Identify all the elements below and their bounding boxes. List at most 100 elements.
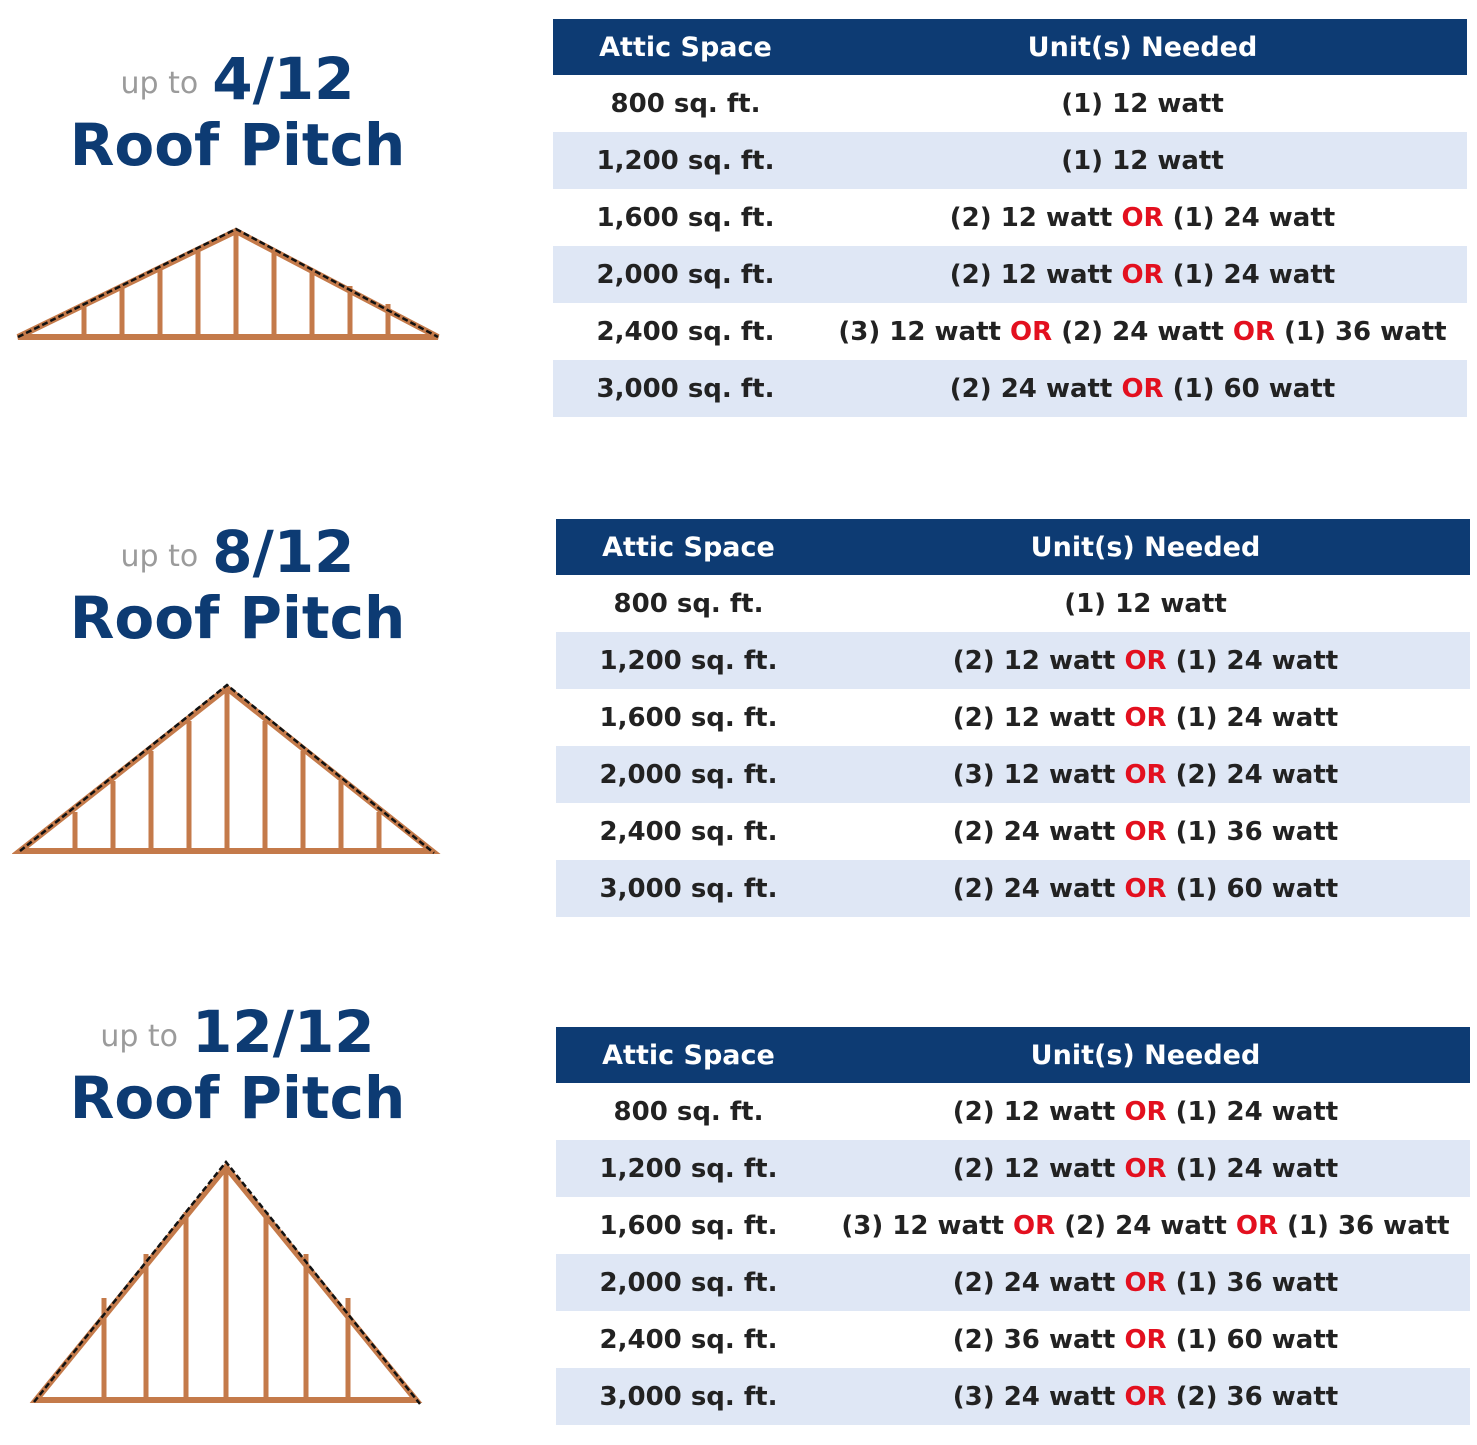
or-connector: OR (1124, 1267, 1167, 1298)
pitch-label-block: up to 8/12 Roof Pitch (0, 523, 475, 647)
units-needed-header: Unit(s) Needed (821, 1027, 1470, 1083)
unit-option: (1) 24 watt (1175, 645, 1339, 676)
unit-option: (1) 36 watt (1287, 1210, 1450, 1241)
or-connector: OR (1013, 1210, 1056, 1241)
or-connector: OR (1124, 1381, 1167, 1412)
attic-space-cell: 2,400 sq. ft. (599, 1324, 778, 1355)
table-body: 800 sq. ft. (2) 12 watt OR (1) 24 watt 1,2… (556, 1083, 1470, 1425)
roof-pitch-title: Roof Pitch (69, 1064, 406, 1132)
units-needed-cell: (2) 12 watt OR (1) 24 watt (818, 246, 1467, 303)
unit-option: (2) 24 watt (952, 816, 1116, 847)
unit-option: (2) 24 watt (952, 873, 1116, 904)
or-connector: OR (1124, 816, 1167, 847)
unit-option: (1) 36 watt (1175, 816, 1339, 847)
unit-option: (1) 12 watt (1061, 145, 1224, 176)
or-connector: OR (1124, 1096, 1167, 1127)
unit-option: (1) 24 watt (1172, 259, 1336, 290)
up-to-label: up to (100, 1019, 179, 1054)
table-row: 1,600 sq. ft. (2) 12 watt OR (1) 24 watt (556, 689, 1470, 746)
unit-option: (1) 60 watt (1172, 373, 1336, 404)
units-table: Attic Space Unit(s) Needed 800 sq. ft. (1… (556, 519, 1470, 917)
table-row: 3,000 sq. ft. (2) 24 watt OR (1) 60 watt (556, 860, 1470, 917)
units-needed-cell: (2) 24 watt OR (1) 60 watt (821, 860, 1470, 917)
or-connector: OR (1121, 373, 1164, 404)
table-row: 3,000 sq. ft. (3) 24 watt OR (2) 36 watt (556, 1368, 1470, 1425)
units-table: Attic Space Unit(s) Needed 800 sq. ft. (2… (556, 1027, 1470, 1425)
pitch-value: 12/12 (192, 998, 375, 1066)
or-connector: OR (1124, 873, 1167, 904)
unit-option: (2) 24 watt (1064, 1210, 1227, 1241)
attic-space-cell: 1,200 sq. ft. (553, 132, 818, 189)
roof-pitch-title: Roof Pitch (69, 584, 406, 652)
units-needed-cell: (3) 24 watt OR (2) 36 watt (821, 1368, 1470, 1425)
table-body: 800 sq. ft. (1) 12 watt 1,200 sq. ft. (1) 1… (553, 75, 1467, 417)
or-connector: OR (1121, 259, 1164, 290)
attic-space-cell: 1,600 sq. ft. (599, 1210, 778, 1241)
table-row: 2,000 sq. ft. (2) 12 watt OR (1) 24 watt (553, 246, 1467, 303)
attic-space-cell: 800 sq. ft. (613, 588, 764, 619)
attic-space-cell: 3,000 sq. ft. (556, 1368, 821, 1425)
attic-space-cell: 2,000 sq. ft. (556, 746, 821, 803)
attic-space-cell: 2,400 sq. ft. (599, 816, 778, 847)
unit-option: (2) 36 watt (1175, 1381, 1339, 1412)
attic-space-cell: 2,400 sq. ft. (596, 316, 775, 347)
pitch-label-block: up to 12/12 Roof Pitch (0, 1003, 475, 1127)
up-to-label: up to (120, 66, 199, 101)
or-connector: OR (1121, 202, 1164, 233)
attic-space-cell: 1,200 sq. ft. (556, 1140, 821, 1197)
attic-space-header: Attic Space (553, 19, 818, 75)
unit-option: (1) 60 watt (1175, 873, 1339, 904)
or-connector: OR (1010, 316, 1053, 347)
units-needed-cell: (1) 12 watt (821, 575, 1470, 632)
units-needed-cell: (3) 12 watt OR (2) 24 watt OR (1) 36 wat… (821, 1197, 1470, 1254)
unit-option: (2) 12 watt (949, 202, 1113, 233)
table-row: 1,200 sq. ft. (2) 12 watt OR (1) 24 watt (556, 632, 1470, 689)
unit-option: (1) 24 watt (1175, 1153, 1339, 1184)
unit-option: (3) 12 watt (838, 316, 1001, 347)
unit-option: (2) 12 watt (952, 1096, 1116, 1127)
or-connector: OR (1232, 316, 1275, 347)
up-to-label: up to (120, 539, 199, 574)
roof-truss-8-12-icon (12, 683, 441, 854)
table-row: 2,400 sq. ft. (2) 36 watt OR (1) 60 watt (556, 1311, 1470, 1368)
roof-pitch-title: Roof Pitch (69, 111, 406, 179)
table-row: 2,000 sq. ft. (2) 24 watt OR (1) 36 watt (556, 1254, 1470, 1311)
unit-option: (2) 12 watt (949, 259, 1113, 290)
table-row: 2,000 sq. ft. (3) 12 watt OR (2) 24 watt (556, 746, 1470, 803)
table-body: 800 sq. ft. (1) 12 watt 1,200 sq. ft. (2) 1… (556, 575, 1470, 917)
units-needed-cell: (3) 12 watt OR (2) 24 watt OR (1) 36 wat… (818, 303, 1467, 360)
or-connector: OR (1124, 1324, 1167, 1355)
table-header-row: Attic Space Unit(s) Needed (556, 1027, 1470, 1083)
units-needed-cell: (2) 12 watt OR (1) 24 watt (821, 632, 1470, 689)
units-needed-cell: (1) 12 watt (818, 132, 1467, 189)
or-connector: OR (1235, 1210, 1278, 1241)
attic-space-cell: 1,600 sq. ft. (599, 702, 778, 733)
pitch-value: 8/12 (212, 518, 355, 586)
table-row: 1,600 sq. ft. (2) 12 watt OR (1) 24 watt (553, 189, 1467, 246)
units-needed-cell: (2) 24 watt OR (1) 36 watt (821, 803, 1470, 860)
unit-option: (2) 12 watt (952, 645, 1116, 676)
or-connector: OR (1124, 1153, 1167, 1184)
unit-option: (2) 36 watt (952, 1324, 1116, 1355)
roof-truss-4-12-icon (16, 227, 440, 340)
unit-option: (2) 12 watt (952, 1153, 1116, 1184)
unit-option: (2) 12 watt (952, 702, 1116, 733)
unit-option: (2) 24 watt (1175, 759, 1339, 790)
pitch-value: 4/12 (212, 45, 355, 113)
table-row: 1,200 sq. ft. (2) 12 watt OR (1) 24 watt (556, 1140, 1470, 1197)
units-needed-cell: (2) 24 watt OR (1) 36 watt (821, 1254, 1470, 1311)
unit-option: (1) 60 watt (1175, 1324, 1339, 1355)
attic-space-cell: 2,000 sq. ft. (553, 246, 818, 303)
attic-space-cell: 1,600 sq. ft. (596, 202, 775, 233)
unit-option: (3) 12 watt (952, 759, 1116, 790)
or-connector: OR (1124, 645, 1167, 676)
attic-space-cell: 3,000 sq. ft. (556, 860, 821, 917)
unit-option: (1) 36 watt (1175, 1267, 1339, 1298)
unit-option: (1) 24 watt (1175, 1096, 1339, 1127)
units-needed-cell: (2) 12 watt OR (1) 24 watt (821, 1140, 1470, 1197)
attic-space-cell: 3,000 sq. ft. (553, 360, 818, 417)
attic-space-header: Attic Space (556, 519, 821, 575)
units-needed-cell: (3) 12 watt OR (2) 24 watt (821, 746, 1470, 803)
unit-option: (1) 24 watt (1175, 702, 1339, 733)
attic-space-cell: 800 sq. ft. (610, 88, 761, 119)
